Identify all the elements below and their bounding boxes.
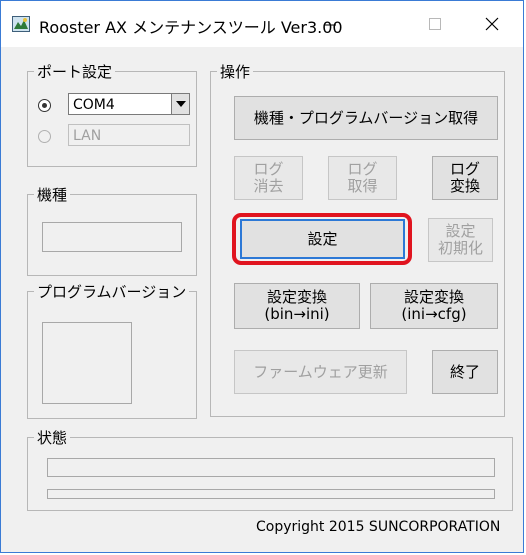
app-window: Rooster AX メンテナンスツール Ver3.00 ポート設定 COM4 … [0, 0, 524, 553]
lan-radio[interactable] [38, 130, 51, 143]
log-get-button[interactable]: ログ 取得 [328, 156, 397, 200]
firmware-update-button[interactable]: ファームウェア更新 [234, 350, 407, 394]
status-group: 状態 [27, 427, 513, 511]
title-bar[interactable]: Rooster AX メンテナンスツール Ver3.00 [1, 1, 523, 47]
get-version-button[interactable]: 機種・プログラムバージョン取得 [234, 96, 498, 140]
program-version-field [42, 322, 132, 404]
convert-ini-cfg-button[interactable]: 設定変換 (ini→cfg) [370, 283, 498, 329]
minimize-button[interactable] [301, 1, 359, 47]
program-version-title: プログラムバージョン [34, 281, 190, 302]
minimize-icon [324, 24, 336, 26]
copyright-text: Copyright 2015 SUNCORPORATION [256, 519, 501, 535]
com-port-value: COM4 [73, 97, 115, 113]
close-button[interactable] [463, 1, 521, 47]
lan-field[interactable]: LAN [68, 124, 190, 146]
port-settings-group: ポート設定 COM4 LAN [27, 61, 197, 167]
settings-init-button[interactable]: 設定 初期化 [428, 218, 493, 262]
com-radio[interactable] [38, 99, 51, 112]
model-title: 機種 [34, 184, 71, 205]
status-title: 状態 [34, 427, 71, 448]
maximize-icon [429, 18, 441, 30]
port-settings-title: ポート設定 [34, 61, 116, 82]
model-field [42, 222, 182, 252]
com-port-select[interactable]: COM4 [68, 93, 190, 115]
chevron-down-icon[interactable] [171, 94, 189, 114]
exit-button[interactable]: 終了 [432, 350, 498, 394]
client-area: ポート設定 COM4 LAN 機種 プログラムバージョン 操作 機種・プログラム… [1, 47, 523, 552]
maximize-button[interactable] [406, 1, 464, 47]
status-progress-bar-1 [47, 458, 495, 477]
close-icon [485, 17, 499, 31]
operation-group: 操作 機種・プログラムバージョン取得 ログ 消去 ログ 取得 ログ 変換 設定 … [210, 61, 505, 417]
program-version-group: プログラムバージョン [27, 281, 197, 419]
log-clear-button[interactable]: ログ 消去 [234, 156, 303, 200]
settings-highlight [232, 213, 412, 265]
log-convert-button[interactable]: ログ 変換 [432, 156, 498, 200]
convert-bin-ini-button[interactable]: 設定変換 (bin→ini) [234, 283, 360, 329]
operation-title: 操作 [217, 61, 254, 82]
window-title: Rooster AX メンテナンスツール Ver3.00 [39, 18, 343, 37]
status-progress-bar-2 [47, 489, 495, 499]
app-icon [12, 16, 30, 32]
model-group: 機種 [27, 184, 197, 276]
